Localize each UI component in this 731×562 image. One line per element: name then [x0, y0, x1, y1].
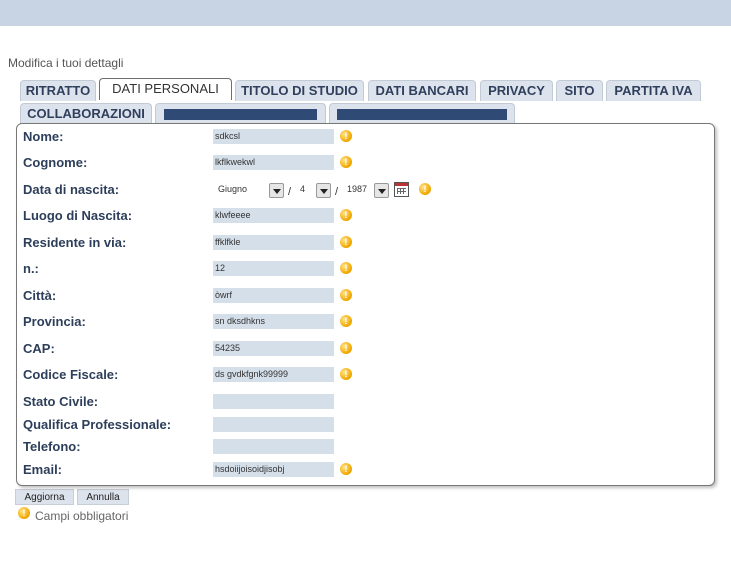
required-icon: !	[18, 507, 30, 519]
date-separator: /	[288, 186, 292, 198]
row-stato-civile: Stato Civile:	[17, 392, 714, 412]
provincia-field[interactable]	[213, 314, 334, 329]
tab-privacy[interactable]: PRIVACY	[480, 80, 553, 101]
codice-fiscale-field[interactable]	[213, 367, 334, 382]
date-separator: /	[335, 186, 339, 198]
cap-label: CAP:	[23, 341, 55, 356]
top-banner	[0, 0, 731, 26]
required-icon: !	[340, 156, 352, 168]
telefono-label: Telefono:	[23, 439, 81, 454]
email-label: Email:	[23, 462, 63, 477]
row-numero: n.: !	[17, 259, 714, 279]
row-residente: Residente in via: !	[17, 233, 714, 253]
row-cognome: Cognome: !	[17, 153, 714, 173]
personal-data-form: Nome: ! Cognome: ! Data di nascita: Giug…	[16, 123, 715, 486]
birth-year-select[interactable]: 1987	[347, 184, 367, 194]
row-citta: Città: !	[17, 286, 714, 306]
required-icon: !	[340, 130, 352, 142]
cognome-field[interactable]	[213, 155, 334, 170]
aggiorna-button[interactable]: Aggiorna	[15, 489, 74, 505]
row-telefono: Telefono:	[17, 437, 714, 457]
citta-field[interactable]	[213, 288, 334, 303]
row-luogo-nascita: Luogo di Nascita: !	[17, 206, 714, 226]
numero-label: n.:	[23, 261, 39, 276]
chevron-down-icon[interactable]	[374, 183, 389, 198]
redacted-label	[164, 109, 317, 120]
tab-dati-personali[interactable]: DATI PERSONALI	[99, 78, 232, 100]
row-email: Email: !	[17, 460, 714, 480]
data-nascita-label: Data di nascita:	[23, 182, 120, 197]
required-icon: !	[340, 262, 352, 274]
tab-sito[interactable]: SITO	[556, 80, 603, 101]
cognome-label: Cognome:	[23, 155, 88, 170]
required-icon: !	[340, 368, 352, 380]
chevron-down-icon[interactable]	[269, 183, 284, 198]
required-icon: !	[340, 236, 352, 248]
codice-fiscale-label: Codice Fiscale:	[23, 367, 119, 382]
cap-field[interactable]	[213, 341, 334, 356]
row-cap: CAP: !	[17, 339, 714, 359]
birth-month-select[interactable]: Giugno	[218, 184, 247, 194]
redacted-label	[337, 109, 507, 120]
residente-field[interactable]	[213, 235, 334, 250]
row-codice-fiscale: Codice Fiscale: !	[17, 365, 714, 385]
tab-redacted-1[interactable]	[155, 103, 326, 124]
email-field[interactable]	[213, 462, 334, 477]
tab-ritratto[interactable]: RITRATTO	[20, 80, 96, 101]
required-icon: !	[419, 183, 431, 195]
annulla-button[interactable]: Annulla	[77, 489, 129, 505]
numero-field[interactable]	[213, 261, 334, 276]
required-legend: Campi obbligatori	[35, 509, 129, 523]
birth-day-select[interactable]: 4	[300, 184, 305, 194]
nome-label: Nome:	[23, 129, 64, 144]
tab-titolo-di-studio[interactable]: TITOLO DI STUDIO	[235, 80, 364, 101]
tab-collaborazioni[interactable]: COLLABORAZIONI	[20, 103, 152, 124]
tab-redacted-2[interactable]	[329, 103, 515, 124]
stato-civile-field[interactable]	[213, 394, 334, 409]
chevron-down-icon[interactable]	[316, 183, 331, 198]
luogo-nascita-field[interactable]	[213, 208, 334, 223]
citta-label: Città:	[23, 288, 57, 303]
stato-civile-label: Stato Civile:	[23, 394, 99, 409]
row-qualifica: Qualifica Professionale:	[17, 415, 714, 435]
row-nome: Nome: !	[17, 127, 714, 147]
required-icon: !	[340, 342, 352, 354]
row-provincia: Provincia: !	[17, 312, 714, 332]
row-data-nascita: Data di nascita: Giugno / 4 / 1987 !	[17, 180, 714, 200]
tab-dati-bancari[interactable]: DATI BANCARI	[368, 80, 476, 101]
provincia-label: Provincia:	[23, 314, 86, 329]
qualifica-label: Qualifica Professionale:	[23, 417, 172, 432]
required-icon: !	[340, 289, 352, 301]
tab-partita-iva[interactable]: PARTITA IVA	[606, 80, 701, 101]
required-icon: !	[340, 315, 352, 327]
luogo-nascita-label: Luogo di Nascita:	[23, 208, 133, 223]
required-icon: !	[340, 209, 352, 221]
qualifica-field[interactable]	[213, 417, 334, 432]
nome-field[interactable]	[213, 129, 334, 144]
telefono-field[interactable]	[213, 439, 334, 454]
required-icon: !	[340, 463, 352, 475]
residente-label: Residente in via:	[23, 235, 127, 250]
calendar-icon[interactable]	[394, 182, 409, 197]
page-title: Modifica i tuoi dettagli	[8, 56, 124, 70]
